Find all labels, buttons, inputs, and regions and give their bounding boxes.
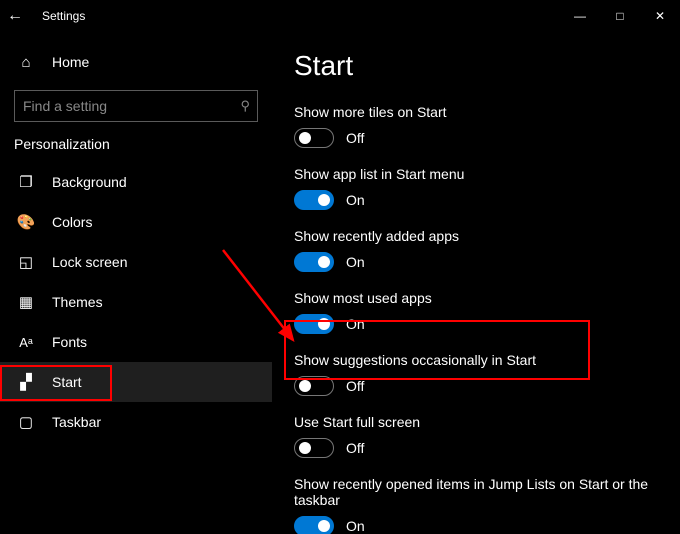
search-icon: ⚲ [240,98,250,114]
setting-full-screen: Use Start full screen Off [294,414,658,458]
sidebar-item-label: Lock screen [52,254,127,270]
toggle-show-app-list[interactable] [294,190,334,210]
sidebar-item-label: Background [52,174,127,190]
toggle-state: On [346,316,365,332]
sidebar-item-themes[interactable]: ▦ Themes [0,282,272,322]
sidebar-home[interactable]: ⌂ Home [0,42,272,82]
sidebar-item-taskbar[interactable]: ▢ Taskbar [0,402,272,442]
setting-label: Show recently opened items in Jump Lists… [294,476,658,508]
page-heading: Start [294,50,658,82]
setting-label: Show most used apps [294,290,658,306]
sidebar-item-background[interactable]: ❐ Background [0,162,272,202]
toggle-suggestions[interactable] [294,376,334,396]
setting-label: Show recently added apps [294,228,658,244]
setting-suggestions: Show suggestions occasionally in Start O… [294,352,658,396]
setting-show-more-tiles: Show more tiles on Start Off [294,104,658,148]
minimize-button[interactable]: — [560,0,600,32]
sidebar-item-lock-screen[interactable]: ◱ Lock screen [0,242,272,282]
sidebar-item-label: Start [52,374,82,390]
toggle-state: Off [346,378,364,394]
sidebar-item-label: Themes [52,294,103,310]
sidebar: ⌂ Home ⚲ Personalization ❐ Background 🎨 … [0,32,272,534]
setting-show-app-list: Show app list in Start menu On [294,166,658,210]
maximize-button[interactable]: □ [600,0,640,32]
palette-icon: 🎨 [14,213,38,231]
setting-jump-lists: Show recently opened items in Jump Lists… [294,476,658,534]
toggle-full-screen[interactable] [294,438,334,458]
sidebar-item-colors[interactable]: 🎨 Colors [0,202,272,242]
content-pane: Start Show more tiles on Start Off Show … [272,32,680,534]
setting-most-used: Show most used apps On [294,290,658,334]
lock-screen-icon: ◱ [14,253,38,271]
sidebar-item-label: Fonts [52,334,87,350]
toggle-recently-added[interactable] [294,252,334,272]
themes-icon: ▦ [14,293,38,311]
fonts-icon: Aᵃ [14,335,38,350]
toggle-most-used[interactable] [294,314,334,334]
home-icon: ⌂ [14,54,38,71]
sidebar-item-label: Colors [52,214,92,230]
picture-icon: ❐ [14,173,38,191]
setting-label: Show app list in Start menu [294,166,658,182]
window-title: Settings [42,9,85,23]
setting-label: Show more tiles on Start [294,104,658,120]
sidebar-home-label: Home [52,54,89,70]
toggle-state: On [346,254,365,270]
sidebar-item-start[interactable]: ▞ Start [0,362,272,402]
sidebar-section-header: Personalization [0,136,272,162]
titlebar: ← Settings — □ ✕ [0,0,680,32]
start-icon: ▞ [14,373,38,391]
sidebar-item-label: Taskbar [52,414,101,430]
back-button[interactable]: ← [0,7,30,25]
close-button[interactable]: ✕ [640,0,680,32]
sidebar-item-fonts[interactable]: Aᵃ Fonts [0,322,272,362]
taskbar-icon: ▢ [14,413,38,431]
toggle-jump-lists[interactable] [294,516,334,534]
toggle-show-more-tiles[interactable] [294,128,334,148]
toggle-state: Off [346,440,364,456]
setting-label: Use Start full screen [294,414,658,430]
setting-label: Show suggestions occasionally in Start [294,352,658,368]
search-input[interactable] [14,90,258,122]
setting-recently-added: Show recently added apps On [294,228,658,272]
toggle-state: On [346,518,365,534]
toggle-state: On [346,192,365,208]
toggle-state: Off [346,130,364,146]
